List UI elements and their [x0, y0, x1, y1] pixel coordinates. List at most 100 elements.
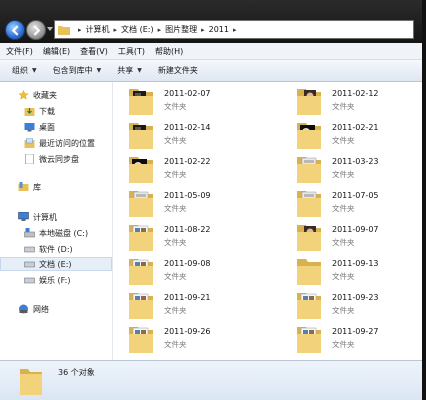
file-list[interactable]: 2011-02-07 文件夹 2011-02-12 文件夹 2011-02-14 文件夹 2… — [114, 82, 426, 360]
nav-drive-f[interactable]: 娱乐 (F:) — [0, 273, 112, 287]
folder-thumbnail-icon — [129, 89, 153, 115]
organize-button[interactable]: 组织 ▼ — [12, 65, 37, 76]
nav-drive-c[interactable]: 本地磁盘 (C:) — [0, 226, 112, 240]
nav-label: 娱乐 (F:) — [39, 275, 71, 285]
folder-item[interactable]: 2011-09-27 文件夹 — [294, 324, 426, 358]
menu-tools[interactable]: 工具(T) — [118, 46, 145, 57]
breadcrumb-separator[interactable]: ▸ — [233, 26, 237, 34]
nav-library[interactable]: 库 — [0, 180, 112, 194]
downloads-icon — [24, 108, 35, 116]
chevron-down-icon: ▼ — [96, 67, 102, 74]
history-dropdown-icon[interactable] — [47, 26, 53, 32]
folder-item[interactable]: 2011-02-07 文件夹 — [126, 86, 286, 120]
breadcrumb-drive-e[interactable]: 文档 (E:) — [121, 24, 154, 35]
folder-name: 2011-02-22 — [164, 157, 211, 166]
folder-item[interactable]: 2011-02-12 文件夹 — [294, 86, 426, 120]
folder-item[interactable]: 2011-02-21 文件夹 — [294, 120, 426, 154]
folder-text: 2011-03-23 文件夹 — [332, 154, 379, 180]
share-button[interactable]: 共享 ▼ — [117, 65, 142, 76]
folder-item[interactable]: 2011-03-23 文件夹 — [294, 154, 426, 188]
navigation-pane[interactable]: 收藏夹 下载 桌面 最近访问的位置 微云同步盘 库 计算机 本地磁盘 (C:) … — [0, 82, 113, 360]
nav-label: 软件 (D:) — [39, 244, 73, 254]
windows-drive-icon — [24, 228, 35, 238]
nav-desktop[interactable]: 桌面 — [0, 120, 112, 134]
nav-recent[interactable]: 最近访问的位置 — [0, 136, 112, 150]
nav-weiyun[interactable]: 微云同步盘 — [0, 152, 112, 166]
nav-drive-e[interactable]: 文档 (E:) — [0, 257, 112, 271]
back-button[interactable] — [5, 20, 25, 40]
include-library-button[interactable]: 包含到库中 ▼ — [53, 65, 102, 76]
folder-thumbnail-icon — [297, 327, 321, 353]
folder-item[interactable]: 2011-09-26 文件夹 — [126, 324, 286, 358]
new-folder-button[interactable]: 新建文件夹 — [158, 65, 198, 76]
folder-item[interactable]: 2011-09-13 文件夹 — [294, 256, 426, 290]
folder-item[interactable]: 2011-02-14 文件夹 — [126, 120, 286, 154]
content-area: 收藏夹 下载 桌面 最近访问的位置 微云同步盘 库 计算机 本地磁盘 (C:) … — [0, 82, 426, 360]
folder-thumbnail-icon — [297, 259, 321, 285]
folder-name: 2011-02-14 — [164, 123, 211, 132]
recent-places-icon — [24, 138, 35, 148]
folder-thumbnail-icon — [129, 259, 153, 285]
folder-item[interactable]: 2011-09-21 文件夹 — [126, 290, 286, 324]
folder-item[interactable]: 2011-09-07 文件夹 — [294, 222, 426, 256]
folder-text: 2011-08-22 文件夹 — [164, 222, 211, 248]
nav-downloads[interactable]: 下载 — [0, 104, 112, 118]
folder-text: 2011-02-07 文件夹 — [164, 86, 211, 112]
folder-text: 2011-09-26 文件夹 — [164, 324, 211, 350]
explorer-window: ▸ 计算机 ▸ 文档 (E:) ▸ 图片整理 ▸ 2011 ▸ 文件(F) 编辑… — [0, 0, 426, 400]
arrow-right-icon — [33, 24, 40, 36]
folder-item[interactable]: 2011-07-05 文件夹 — [294, 188, 426, 222]
breadcrumb-computer[interactable]: 计算机 — [86, 24, 110, 35]
folder-type: 文件夹 — [164, 272, 187, 281]
folder-thumbnail-icon — [129, 123, 153, 149]
folder-name: 2011-09-13 — [332, 259, 379, 268]
folder-thumbnail-icon — [129, 191, 153, 217]
folder-type: 文件夹 — [332, 102, 355, 111]
nav-label: 桌面 — [39, 122, 55, 132]
breadcrumb-separator[interactable]: ▸ — [114, 26, 118, 34]
breadcrumb-2011[interactable]: 2011 — [209, 25, 229, 34]
folder-name: 2011-09-21 — [164, 293, 211, 302]
folder-type: 文件夹 — [164, 170, 187, 179]
item-count: 36 个对象 — [58, 368, 95, 377]
share-label: 共享 — [117, 66, 134, 75]
breadcrumb-separator[interactable]: ▸ — [158, 26, 162, 34]
command-bar: 组织 ▼ 包含到库中 ▼ 共享 ▼ 新建文件夹 — [0, 60, 426, 82]
nav-computer[interactable]: 计算机 — [0, 210, 112, 224]
menu-edit[interactable]: 编辑(E) — [43, 46, 70, 57]
folder-type: 文件夹 — [164, 340, 187, 349]
breadcrumb-picture-folder[interactable]: 图片整理 — [165, 24, 197, 35]
breadcrumb-separator[interactable]: ▸ — [201, 26, 205, 34]
menu-file[interactable]: 文件(F) — [6, 46, 33, 57]
drive-icon — [24, 277, 35, 284]
nav-drive-d[interactable]: 软件 (D:) — [0, 242, 112, 256]
folder-item[interactable]: 2011-05-09 文件夹 — [126, 188, 286, 222]
folder-type: 文件夹 — [332, 170, 355, 179]
folder-text: 2011-09-13 文件夹 — [332, 256, 379, 282]
folder-thumbnail-icon — [129, 157, 153, 183]
nav-network[interactable]: 网络 — [0, 302, 112, 316]
nav-label: 收藏夹 — [33, 90, 57, 100]
folder-text: 2011-09-08 文件夹 — [164, 256, 211, 282]
forward-button[interactable] — [26, 20, 46, 40]
chevron-down-icon: ▼ — [32, 67, 37, 74]
folder-name: 2011-05-09 — [164, 191, 211, 200]
folder-text: 2011-02-12 文件夹 — [332, 86, 379, 112]
desktop-icon — [24, 123, 35, 132]
menu-help[interactable]: 帮助(H) — [155, 46, 183, 57]
nav-label: 文档 (E:) — [39, 259, 72, 269]
menu-view[interactable]: 查看(V) — [80, 46, 108, 57]
nav-favorites[interactable]: 收藏夹 — [0, 88, 112, 102]
folder-item[interactable]: 2011-08-22 文件夹 — [126, 222, 286, 256]
folder-type: 文件夹 — [164, 102, 187, 111]
folder-text: 2011-09-23 文件夹 — [332, 290, 379, 316]
folder-thumbnail-icon — [297, 123, 321, 149]
folder-name: 2011-07-05 — [332, 191, 379, 200]
folder-name: 2011-02-12 — [332, 89, 379, 98]
folder-item[interactable]: 2011-09-23 文件夹 — [294, 290, 426, 324]
folder-item[interactable]: 2011-02-22 文件夹 — [126, 154, 286, 188]
address-bar[interactable]: ▸ 计算机 ▸ 文档 (E:) ▸ 图片整理 ▸ 2011 ▸ — [54, 20, 414, 39]
folder-thumbnail-icon — [297, 225, 321, 251]
nav-label: 计算机 — [33, 212, 57, 222]
folder-item[interactable]: 2011-09-08 文件夹 — [126, 256, 286, 290]
